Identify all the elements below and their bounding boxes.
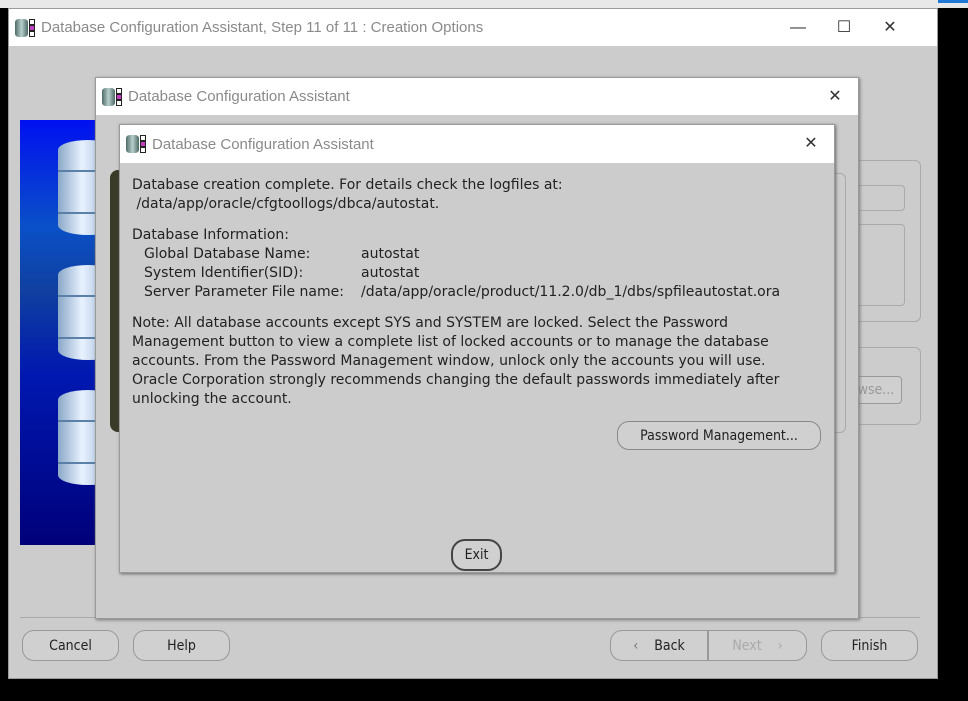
minimize-button[interactable]: — <box>775 9 821 46</box>
next-label: Next <box>732 637 762 654</box>
info-heading: Database Information: <box>132 227 290 243</box>
main-title-bar: Database Configuration Assistant, Step 1… <box>9 9 937 46</box>
exit-button[interactable]: Exit <box>451 539 502 571</box>
progress-frame-edge <box>834 173 846 433</box>
note-line: unlocking the account. <box>132 391 292 407</box>
chevron-right-icon: › <box>777 637 783 654</box>
database-app-icon <box>102 87 122 107</box>
info-value: autostat <box>361 246 420 262</box>
database-app-icon <box>126 134 146 154</box>
info-label: Global Database Name: <box>144 246 311 262</box>
note-line: Management button to view a complete lis… <box>132 334 769 350</box>
info-value: autostat <box>361 265 420 281</box>
info-label: System Identifier(SID): <box>144 265 304 281</box>
completion-dialog: Database Configuration Assistant ✕ Datab… <box>119 124 835 573</box>
note-line: accounts. From the Password Management w… <box>132 353 766 369</box>
chevron-left-icon: ‹ <box>633 637 639 654</box>
finish-button[interactable]: Finish <box>821 630 918 661</box>
desktop-strip <box>0 0 968 8</box>
help-button[interactable]: Help <box>133 630 230 661</box>
note-line: Note: All database accounts except SYS a… <box>132 315 729 331</box>
next-button[interactable]: Next › <box>708 630 807 661</box>
completion-message: Database creation complete. For details … <box>132 177 563 193</box>
info-value: /data/app/oracle/product/11.2.0/db_1/dbs… <box>361 284 781 300</box>
password-management-button[interactable]: Password Management... <box>617 421 821 450</box>
close-button[interactable]: ✕ <box>788 125 834 163</box>
maximize-button[interactable]: ☐ <box>821 9 867 46</box>
completion-dialog-title: Database Configuration Assistant <box>152 135 374 153</box>
main-window-title: Database Configuration Assistant, Step 1… <box>41 19 484 36</box>
completion-title-bar: Database Configuration Assistant ✕ <box>120 125 834 163</box>
cancel-button[interactable]: Cancel <box>22 630 119 661</box>
close-button[interactable]: ✕ <box>867 9 913 46</box>
note-line: Oracle Corporation strongly recommends c… <box>132 372 780 388</box>
close-button[interactable]: ✕ <box>812 78 858 115</box>
database-app-icon <box>15 18 35 38</box>
progress-title-bar: Database Configuration Assistant ✕ <box>96 78 858 115</box>
back-button[interactable]: ‹ Back <box>610 630 708 661</box>
info-label: Server Parameter File name: <box>144 284 344 300</box>
progress-dialog-title: Database Configuration Assistant <box>128 88 350 105</box>
logfile-path: /data/app/oracle/cfgtoollogs/dbca/autost… <box>132 196 440 212</box>
back-label: Back <box>654 637 685 654</box>
